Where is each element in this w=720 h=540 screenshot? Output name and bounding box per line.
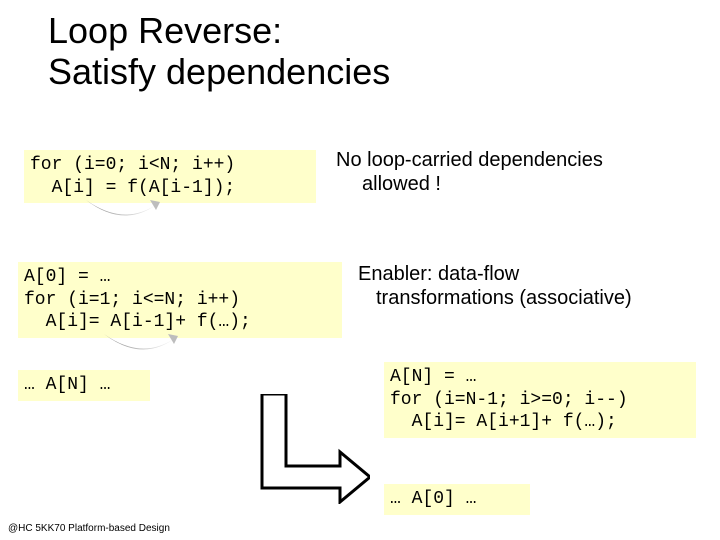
note-no-loop-carried: No loop-carried dependencies allowed ! bbox=[336, 148, 676, 196]
slide-title: Loop Reverse: Satisfy dependencies bbox=[48, 10, 390, 93]
code-block-forward: A[0] = … for (i=1; i<=N; i++) A[i]= A[i-… bbox=[18, 262, 342, 338]
note-enabler: Enabler: data-flow transformations (asso… bbox=[358, 262, 678, 310]
title-line2: Satisfy dependencies bbox=[48, 51, 390, 92]
transform-arrow bbox=[242, 394, 370, 504]
code-block-original: for (i=0; i<N; i++) A[i] = f(A[i-1]); bbox=[24, 150, 316, 203]
title-line1: Loop Reverse: bbox=[48, 10, 282, 51]
code-block-result-A0: … A[0] … bbox=[384, 484, 530, 515]
footer-attribution: @HC 5KK70 Platform-based Design bbox=[8, 523, 170, 534]
note2-line1: Enabler: data-flow bbox=[358, 263, 519, 285]
code-block-reverse: A[N] = … for (i=N-1; i>=0; i--) A[i]= A[… bbox=[384, 362, 696, 438]
note1-line1: No loop-carried dependencies bbox=[336, 149, 603, 171]
code-block-result-AN: … A[N] … bbox=[18, 370, 150, 401]
note1-line2: allowed ! bbox=[336, 172, 676, 196]
note2-line2: transformations (associative) bbox=[358, 286, 678, 310]
